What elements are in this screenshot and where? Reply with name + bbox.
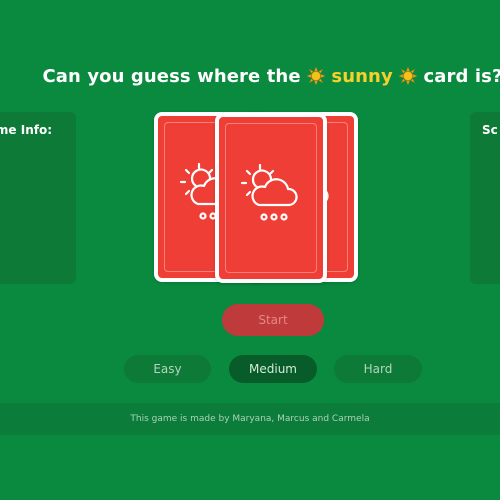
- sun-emoji-icon: [307, 67, 326, 85]
- difficulty-medium-button[interactable]: Medium: [229, 355, 317, 383]
- title-suffix: card is?: [423, 66, 500, 87]
- title-highlight: sunny: [331, 66, 393, 87]
- card-front[interactable]: [215, 113, 327, 283]
- score-panel: Sc: [470, 112, 500, 284]
- game-info-title: me Info:: [0, 123, 52, 137]
- page-title: Can you guess where the sunny card is?: [0, 66, 500, 87]
- score-title: Sc: [482, 123, 498, 137]
- sun-cloud-snow-icon: [240, 163, 298, 221]
- game-page: Can you guess where the sunny card is? m…: [0, 0, 500, 500]
- sun-emoji-icon: [399, 67, 418, 85]
- title-prefix: Can you guess where the: [42, 66, 301, 87]
- difficulty-hard-button[interactable]: Hard: [334, 355, 422, 383]
- start-button[interactable]: Start: [222, 304, 324, 336]
- footer-credit: This game is made by Maryana, Marcus and…: [0, 403, 500, 435]
- game-info-panel: me Info:: [0, 112, 76, 284]
- difficulty-easy-button[interactable]: Easy: [124, 355, 211, 383]
